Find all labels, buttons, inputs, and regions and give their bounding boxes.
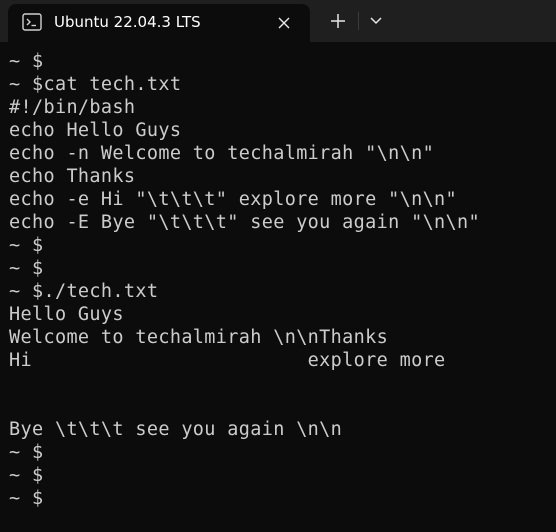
terminal-line: echo -e Hi "\t\t\t" explore more "\n\n": [9, 189, 458, 210]
close-icon[interactable]: [272, 11, 296, 35]
terminal-line: ~ $: [9, 465, 44, 486]
terminal-line: echo Thanks: [9, 166, 136, 187]
new-tab-button[interactable]: [322, 7, 354, 35]
tab-title: Ubuntu 22.04.3 LTS: [54, 13, 201, 31]
terminal-line: echo -E Bye "\t\t\t" see you again "\n\n…: [9, 212, 481, 233]
terminal-line: Hi explore more: [9, 350, 446, 371]
terminal-line: echo Hello Guys: [9, 120, 182, 141]
terminal-icon: [22, 13, 42, 31]
tab-dropdown-button[interactable]: [362, 7, 390, 35]
terminal-line: ~ $cat tech.txt: [9, 74, 182, 95]
terminal-line: Bye \t\t\t see you again \n\n: [9, 419, 343, 440]
plus-icon: [331, 14, 345, 28]
terminal-line: ~ $./tech.txt: [9, 281, 159, 302]
tab-ubuntu[interactable]: Ubuntu 22.04.3 LTS: [8, 4, 310, 42]
terminal-line: Hello Guys: [9, 304, 124, 325]
chevron-down-icon: [370, 17, 382, 25]
title-bar: Ubuntu 22.04.3 LTS: [0, 0, 556, 42]
terminal-window: Ubuntu 22.04.3 LTS ~ $ ~ $cat tech.txt #!/…: [0, 0, 556, 532]
titlebar-divider: [358, 12, 359, 30]
terminal-output[interactable]: ~ $ ~ $cat tech.txt #!/bin/bash echo Hello …: [9, 50, 554, 510]
terminal-line: ~ $: [9, 235, 44, 256]
terminal-line: ~ $: [9, 488, 44, 509]
terminal-line: ~ $: [9, 442, 44, 463]
terminal-line: ~ $: [9, 258, 44, 279]
terminal-line: echo -n Welcome to techalmirah "\n\n": [9, 143, 435, 164]
terminal-line: #!/bin/bash: [9, 97, 136, 118]
terminal-line: Welcome to techalmirah \n\nThanks: [9, 327, 389, 348]
terminal-line: ~ $: [9, 51, 44, 72]
